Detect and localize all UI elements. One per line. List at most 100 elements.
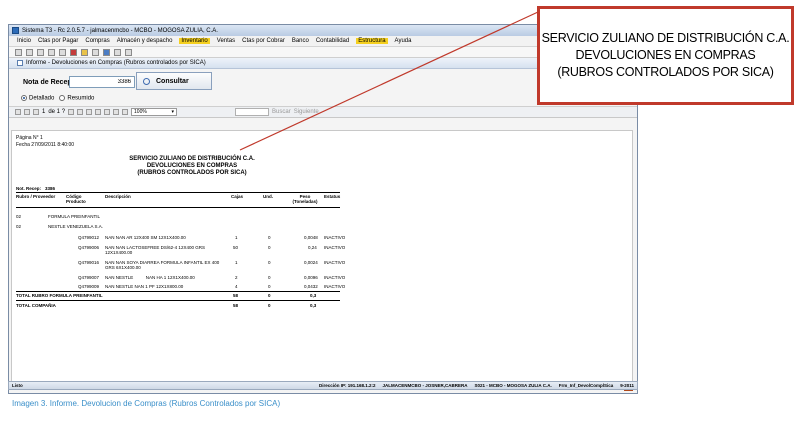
report-viewer[interactable]: Página N° 1 Fecha 27/09/2011 8:40:00 SER… <box>11 130 633 382</box>
save-icon[interactable] <box>37 48 44 56</box>
last-page-icon[interactable] <box>77 109 84 115</box>
export-icon[interactable] <box>122 109 129 115</box>
open-icon[interactable] <box>26 48 33 56</box>
radio-unselected-icon[interactable] <box>59 95 66 101</box>
image-caption: Imagen 3. Informe. Devolucion de Compras… <box>12 399 281 408</box>
menu-compras[interactable]: Compras <box>85 38 109 44</box>
search-icon <box>143 77 150 85</box>
row-descripcion: NAN NAN AR 12X400 SM 12X1X400.00 <box>105 235 186 240</box>
nota-recep-value: 3386 <box>45 186 56 191</box>
row-estatus: INACTIVO <box>324 284 346 289</box>
total-compania-cajas: 58 <box>233 303 239 308</box>
row-cajas: 4 <box>235 284 238 289</box>
prev-page-icon[interactable] <box>33 109 39 115</box>
menu-inicio[interactable]: Inicio <box>17 38 31 44</box>
app-icon <box>12 27 19 34</box>
radio-detallado[interactable]: Detallado <box>21 95 54 102</box>
callout-box: SERVICIO ZULIANO DE DISTRIBUCIÓN C.A. DE… <box>537 6 794 105</box>
help-icon[interactable] <box>70 48 77 56</box>
row-codigo: Q4799006 <box>78 245 100 250</box>
menu-ventas[interactable]: Ventas <box>217 38 235 44</box>
print-icon[interactable] <box>59 48 66 56</box>
group-name: FORMULA PREINFANTIL <box>48 214 101 219</box>
row-descripcion: NAN NAN LACTOSEFREE DS/62-4 12X400 GRS 1… <box>105 245 205 255</box>
mail-icon[interactable] <box>92 48 99 56</box>
callout-line-3: (RUBROS CONTROLADOS POR SICA) <box>557 65 774 79</box>
status-period: 9-2011 <box>620 383 634 388</box>
row-peso: 0,24 <box>308 245 317 250</box>
status-ready: Listo <box>12 383 23 388</box>
menu-contabilidad[interactable]: Contabilidad <box>316 38 349 44</box>
row-estatus: INACTIVO <box>324 275 346 280</box>
menu-estructura[interactable]: Estructura <box>356 38 388 44</box>
total-compania-label: TOTAL COMPAÑIA <box>16 303 56 308</box>
row-cajas: 50 <box>233 245 239 250</box>
row-codigo: Q4799012 <box>78 235 100 240</box>
header-rubro: Rubro / Proveedor <box>16 194 56 199</box>
calc-icon[interactable] <box>103 48 110 56</box>
page-number: Página N° 1 <box>16 135 43 141</box>
group-code: 02 <box>16 214 22 219</box>
header-descripcion: Descripción <box>105 194 131 199</box>
supplier-name: NESTLE VENEZUELA S.A. <box>48 224 104 229</box>
copy-icon[interactable] <box>48 48 55 56</box>
report-title-2: DEVOLUCIONES EN COMPRAS <box>146 163 238 169</box>
toggle-tree-icon[interactable] <box>15 109 21 115</box>
radio-selected-icon[interactable] <box>21 95 27 101</box>
refresh-icon[interactable] <box>95 109 102 115</box>
edit-icon[interactable] <box>81 48 88 56</box>
menu-inventario[interactable]: Inventario <box>179 38 210 44</box>
radio-resumido[interactable]: Resumido <box>59 95 94 102</box>
row-peso: 0,0096 <box>304 275 318 280</box>
total-rubro-label: TOTAL RUBRO FORMULA PREINFANTIL <box>16 293 103 298</box>
chart-icon[interactable] <box>114 48 121 56</box>
page-setup-icon[interactable] <box>113 109 120 115</box>
row-und: 0 <box>268 245 271 250</box>
row-cajas: 2 <box>235 275 238 280</box>
total-rubro-cajas: 58 <box>233 293 239 298</box>
menu-banco[interactable]: Banco <box>292 38 309 44</box>
page-of: de 1 ? <box>48 109 66 115</box>
detail-radio-group: Detallado Resumido <box>21 95 94 102</box>
total-rubro-peso: 0,3 <box>310 293 317 298</box>
consultar-label: Consultar <box>156 77 189 85</box>
next-link[interactable]: Siguiente <box>294 109 319 115</box>
find-link[interactable]: Buscar <box>272 109 291 115</box>
first-page-icon[interactable] <box>24 109 30 115</box>
settings-icon[interactable] <box>125 48 132 56</box>
consultar-button[interactable]: Consultar <box>136 72 212 90</box>
row-descripcion: NAN NESTLE NAN HA 1 12X1X400.00 <box>105 275 195 280</box>
header-peso: Peso (Toneladas) <box>292 194 318 204</box>
nota-input[interactable] <box>69 76 135 88</box>
menu-almacen[interactable]: Almacén y despacho <box>117 38 173 44</box>
chevron-down-icon: ▾ <box>171 109 175 115</box>
row-estatus: INACTIVO <box>324 260 346 265</box>
menu-ctas-por-cobrar[interactable]: Ctas por Cobrar <box>242 38 285 44</box>
status-form: Frm_Inf_DevolComplSica <box>558 383 614 388</box>
header-und: Und. <box>263 194 273 199</box>
zoom-select[interactable]: 100% ▾ <box>131 108 178 116</box>
supplier-code: 02 <box>16 224 22 229</box>
status-user: JALMACENMCBO - JOSNER,CABRERA <box>382 383 468 388</box>
divider <box>16 291 340 292</box>
page-current[interactable]: 1 <box>42 109 45 115</box>
menu-ayuda[interactable]: Ayuda <box>395 38 412 44</box>
nota-recep-label: Not. Recep: <box>16 186 42 191</box>
find-input[interactable] <box>235 108 270 116</box>
stop-icon[interactable] <box>86 109 93 115</box>
report-title-1: SERVICIO ZULIANO DE DISTRIBUCIÓN C.A. <box>129 156 255 162</box>
callout-line-2: DEVOLUCIONES EN COMPRAS <box>575 48 756 62</box>
report-toolbar: 1 de 1 ? 100% ▾ Buscar Siguiente <box>9 107 637 118</box>
status-ip: Dirección IP: 191.168.1.2:2 <box>319 383 376 388</box>
header-estatus: Estatus <box>324 194 341 199</box>
print-icon[interactable] <box>104 109 111 115</box>
header-codigo: Código Producto <box>66 194 86 204</box>
row-cajas: 1 <box>235 235 238 240</box>
row-und: 0 <box>268 260 271 265</box>
row-peso: 0,0024 <box>304 260 318 265</box>
window-title: Sistema T3 - Rc 2.0.5.7 - jalmacenmcbo -… <box>22 27 218 34</box>
menu-ctas-por-pagar[interactable]: Ctas por Pagar <box>38 38 78 44</box>
new-icon[interactable] <box>15 48 22 56</box>
status-company: S021 - MCBO - MOGOSA ZULIA C.A. <box>474 383 552 388</box>
next-page-icon[interactable] <box>68 109 75 115</box>
